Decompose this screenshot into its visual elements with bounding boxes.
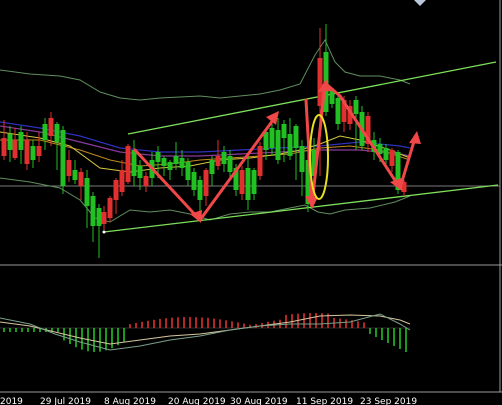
candle-body [167,162,173,170]
candle-body [36,146,42,156]
candle-body [251,170,257,194]
candle-body [12,140,18,158]
oscillator-histogram [3,313,407,352]
candle-body [161,158,167,166]
candle-body [42,124,48,140]
channel-upper-line[interactable] [127,61,497,135]
candle-body [245,168,251,200]
candle-body [30,146,36,160]
date-label: 8 Aug 2019 [104,397,156,405]
candle-body [72,170,78,180]
candle-body [383,148,389,160]
candle-body [353,100,359,114]
date-label: 23 Sep 2019 [360,397,417,405]
date-label: 30 Aug 2019 [230,397,288,405]
candle-body [96,208,102,226]
candle-body [107,198,113,218]
date-label: 29 Jul 2019 [40,397,91,405]
candle-body [143,176,149,186]
candle-body [299,146,305,172]
candle-body [269,128,275,148]
oscillator-main-line [0,313,411,351]
candle-body [7,134,13,150]
oscillator-signal-line [0,314,411,345]
candle-body [389,150,395,166]
candle-body [215,156,221,166]
candle-body [221,152,227,164]
candle-body [84,178,90,206]
candle-body [335,98,341,124]
candle-body [179,158,185,168]
candle-body [275,130,281,160]
candle-body [66,160,72,176]
candlestick-series [1,24,407,258]
candle-body [209,160,215,174]
candle-body [54,124,60,142]
candle-body [125,146,131,182]
candle-body [197,180,203,200]
arrowhead-up-3 [409,131,421,144]
candle-body [18,132,24,150]
channel-lower-line[interactable] [103,184,499,233]
candle-body [113,180,119,200]
date-label: 20 Aug 2019 [168,397,226,405]
candle-body [24,140,30,164]
candle-body [257,146,263,176]
candle-body [48,118,54,136]
candle-body [287,134,293,156]
candle-body [101,212,107,224]
candle-body [293,126,299,148]
channel-anchor-point[interactable] [102,230,106,234]
candle-body [185,162,191,180]
candle-body [1,138,7,156]
chart-canvas[interactable]: 2019 29 Jul 2019 8 Aug 2019 20 Aug 2019 … [0,0,502,405]
candle-body [155,152,161,162]
trading-chart[interactable]: 2019 29 Jul 2019 8 Aug 2019 20 Aug 2019 … [0,0,502,405]
candle-body [281,124,287,138]
candle-body [317,58,323,106]
candle-body [191,172,197,190]
scroll-marker-icon[interactable] [414,0,426,6]
candle-body [60,130,66,186]
date-label: 11 Sep 2019 [296,397,353,405]
candle-body [131,150,137,176]
candle-body [173,156,179,164]
candle-body [263,132,269,150]
date-label: 2019 [0,397,23,405]
candle-body [137,166,143,178]
candle-body [203,170,209,196]
candle-body [119,170,125,192]
candle-body [78,172,84,186]
candle-body [239,170,245,194]
candle-body [227,156,233,172]
candle-body [90,196,96,226]
